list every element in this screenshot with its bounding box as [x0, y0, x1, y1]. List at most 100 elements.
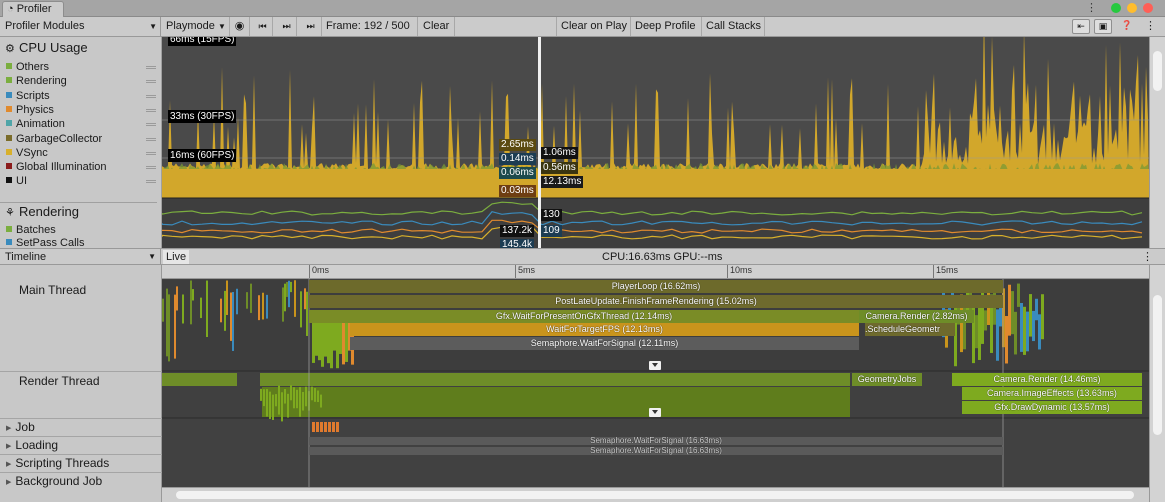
main-sample-slice [984, 310, 987, 331]
selection-tag-rendering: 2.65ms [499, 139, 536, 151]
timeline-view[interactable]: 0ms 5ms 10ms 15ms PlayerLoop (16.62ms) P… [162, 265, 1149, 502]
sample-geometry-jobs[interactable]: GeometryJobs [852, 373, 922, 386]
close-button[interactable] [1143, 3, 1153, 13]
group-job[interactable]: ▶ Job [0, 418, 162, 436]
group-loading[interactable]: ▶ Loading [0, 436, 162, 454]
main-sample-slice [236, 288, 238, 315]
sample-camera-render[interactable]: Camera.Render (2.82ms) [859, 310, 974, 323]
clear-button[interactable]: Clear [419, 17, 455, 36]
main-sample-slice [290, 281, 292, 293]
legend-item-rendering[interactable]: Rendering [6, 74, 158, 88]
sample-camera-render-rt[interactable]: Camera.Render (14.46ms) [952, 373, 1142, 386]
next-frame-button[interactable]: ⏭ [277, 17, 297, 36]
sample-playerloop[interactable]: PlayerLoop (16.62ms) [309, 280, 1003, 293]
drag-handle-icon[interactable] [146, 166, 156, 170]
sample-wait-target-fps[interactable]: WaitForTargetFPS (12.13ms) [350, 323, 859, 336]
legend-label: Rendering [16, 75, 67, 88]
drag-handle-icon[interactable] [146, 137, 156, 141]
legend-item-physics[interactable]: Physics [6, 103, 158, 117]
drag-handle-icon[interactable] [146, 123, 156, 127]
render-sample-slice [320, 394, 322, 408]
main-sample-slice [226, 280, 228, 315]
sample-gfx-draw-dynamic[interactable]: Gfx.DrawDynamic (13.57ms) [962, 401, 1142, 414]
chart-vertical-scrollbar[interactable] [1149, 37, 1165, 248]
window-menu-icon[interactable]: ⋮ [1086, 1, 1097, 14]
main-sample-slice [1029, 294, 1032, 337]
main-sample-slice [975, 315, 978, 349]
playmode-dropdown[interactable]: Playmode ▼ [162, 17, 230, 36]
drag-handle-icon[interactable] [146, 108, 156, 112]
legend-item-batches[interactable]: Batches [6, 223, 158, 237]
collapse-toggle-render[interactable] [649, 408, 661, 417]
sample-gfx-wait-present[interactable]: Gfx.WaitForPresentOnGfxThread (12.14ms) [309, 310, 859, 323]
render-sample-slice [275, 394, 277, 407]
sample-schedule-geometry[interactable]: .ScheduleGeometr [865, 323, 955, 336]
current-frame-button[interactable]: ⏭ [300, 17, 322, 36]
legend-item-garbagecollector[interactable]: GarbageCollector [6, 132, 158, 146]
legend-item-scripts[interactable]: Scripts [6, 89, 158, 103]
collapse-toggle-main[interactable] [649, 361, 661, 370]
main-sample-slice [1017, 283, 1020, 307]
drag-handle-icon[interactable] [146, 180, 156, 184]
load-icon[interactable]: ⇤ [1072, 19, 1090, 34]
drag-handle-icon[interactable] [146, 94, 156, 98]
legend-item-ui[interactable]: UI [6, 174, 158, 188]
legend-item-vsync[interactable]: VSync [6, 146, 158, 160]
sample-camera-image-effects[interactable]: Camera.ImageEffects (13.63ms) [962, 387, 1142, 400]
profiler-tab[interactable]: ◔ Profiler [2, 1, 64, 17]
group-background-job[interactable]: ▶ Background Job [0, 472, 162, 490]
scrollbar-thumb[interactable] [1153, 51, 1162, 91]
save-icon[interactable]: ▣ [1094, 19, 1112, 34]
main-sample-slice [1005, 316, 1008, 364]
legend-label: Others [16, 61, 50, 73]
legend-swatch [6, 177, 12, 184]
timeline-options-icon[interactable]: ⋮ [1142, 250, 1153, 263]
legend-swatch [6, 91, 12, 98]
expand-arrow-icon: ▶ [6, 443, 12, 450]
drag-handle-icon[interactable] [146, 80, 156, 84]
first-frame-button[interactable]: ⏮ [253, 17, 273, 36]
profiler-modules-dropdown[interactable]: Profiler Modules ▼ [0, 17, 161, 36]
view-mode-dropdown[interactable]: Timeline ▼ [0, 249, 161, 265]
group-scripting-threads[interactable]: ▶ Scripting Threads [0, 454, 162, 472]
sample-loading-semaphore-b[interactable]: Semaphore.WaitForSignal (16.63ms) [309, 447, 1003, 455]
chevron-down-icon: ▼ [149, 22, 157, 31]
drag-handle-icon[interactable] [146, 151, 156, 155]
clear-on-play-toggle[interactable]: Clear on Play [556, 17, 631, 36]
group-background-label: Background Job [15, 474, 103, 488]
sample-semaphore-wait[interactable]: Semaphore.WaitForSignal (12.11ms) [350, 337, 859, 350]
timeline-vertical-scrollbar[interactable] [1149, 265, 1165, 502]
render-sample-slice [278, 385, 280, 415]
rendering-module-header[interactable]: ⚘ Rendering [0, 202, 157, 219]
selection-tag-gc: 0.56ms [541, 162, 578, 174]
more-options-icon[interactable]: ⋮ [1145, 17, 1156, 36]
deep-profile-toggle[interactable]: Deep Profile [631, 17, 702, 36]
cpu-usage-module-header[interactable]: ⚙ CPU Usage [5, 40, 88, 55]
live-toggle[interactable]: Live [163, 250, 190, 264]
record-button[interactable]: ◉ [230, 17, 250, 36]
help-icon[interactable]: ❓ [1118, 19, 1136, 34]
main-sample-slice [206, 280, 208, 338]
scrollbar-thumb[interactable] [1153, 295, 1162, 435]
call-stacks-toggle[interactable]: Call Stacks [702, 17, 765, 36]
minimize-button[interactable] [1127, 3, 1137, 13]
main-sample-slice [166, 288, 168, 357]
scrollbar-thumb[interactable] [176, 491, 1134, 499]
main-thread-label[interactable]: Main Thread [19, 283, 86, 297]
render-thread-label[interactable]: Render Thread [19, 374, 100, 388]
job-sample-slice [316, 422, 319, 432]
legend-item-global-illumination[interactable]: Global Illumination [6, 160, 158, 174]
legend-item-others[interactable]: Others [6, 60, 158, 74]
sample-postlateupdate[interactable]: PostLateUpdate.FinishFrameRendering (15.… [309, 295, 1003, 308]
maximize-button[interactable] [1111, 3, 1121, 13]
drag-handle-icon[interactable] [146, 66, 156, 69]
main-sample-slice [294, 280, 296, 317]
legend-item-animation[interactable]: Animation [6, 117, 158, 131]
sample-loading-semaphore-a[interactable]: Semaphore.WaitForSignal (16.63ms) [309, 437, 1003, 445]
legend-label: Scripts [16, 89, 50, 102]
main-sample-slice [1038, 314, 1041, 350]
render-sample-slice [290, 385, 292, 401]
timeline-horizontal-scrollbar[interactable] [162, 487, 1149, 502]
cpu-usage-chart[interactable]: 66ms (15FPS) 33ms (30FPS) 16ms (60FPS) 2… [162, 37, 1149, 248]
job-sample-slice [320, 422, 323, 432]
